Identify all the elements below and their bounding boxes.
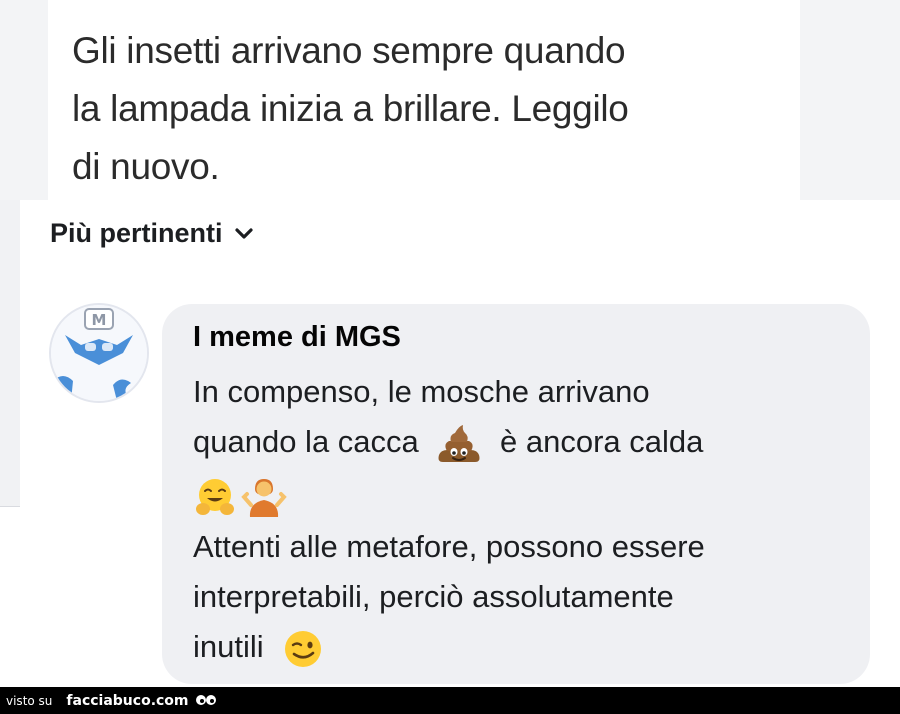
sort-label: Più pertinenti bbox=[50, 217, 223, 248]
sort-dropdown[interactable]: Più pertinenti bbox=[50, 213, 255, 253]
watermark-site[interactable]: facciabuco.com bbox=[66, 693, 188, 709]
comment-text-line: In compenso, le mosche arrivano bbox=[193, 374, 650, 409]
post-text-line: la lampada inizia a brillare. Leggilo bbox=[72, 88, 629, 129]
comment-text-fragment: è ancora calda bbox=[500, 424, 704, 459]
eyes-icon bbox=[195, 694, 216, 705]
avatar-logo-icon: M bbox=[51, 305, 147, 401]
hugging-face-icon bbox=[196, 479, 234, 515]
gutter-divider bbox=[0, 506, 20, 507]
avatar[interactable]: M bbox=[49, 303, 149, 403]
left-gutter bbox=[0, 200, 20, 507]
person-shrugging-icon bbox=[241, 479, 287, 517]
chevron-down-icon bbox=[234, 228, 253, 239]
svg-text:M: M bbox=[92, 311, 107, 329]
pile-of-poo-icon bbox=[438, 424, 480, 462]
comment-text-fragment: inutili bbox=[193, 629, 264, 664]
post-text-line: di nuovo. bbox=[72, 146, 220, 187]
watermark-prefix: visto su bbox=[6, 693, 53, 708]
comment-emoji-line bbox=[193, 472, 287, 522]
post-text-line: Gli insetti arrivano sempre quando bbox=[72, 30, 626, 71]
comment-text-line: inutili bbox=[193, 622, 324, 672]
winking-face-icon bbox=[285, 630, 322, 667]
comment-text-fragment: quando la cacca bbox=[193, 424, 419, 459]
watermark-bar: visto su facciabuco.com bbox=[0, 687, 900, 714]
comment-text-line: Attenti alle metafore, possono essere bbox=[193, 529, 705, 564]
post-text: Gli insetti arrivano sempre quando la la… bbox=[72, 22, 792, 196]
comment-author[interactable]: I meme di MGS bbox=[193, 321, 401, 354]
comment-text-line: interpretabili, perciò assolutamente bbox=[193, 579, 674, 614]
comment-text-line: quando la cacca è ancora calda bbox=[193, 417, 703, 468]
